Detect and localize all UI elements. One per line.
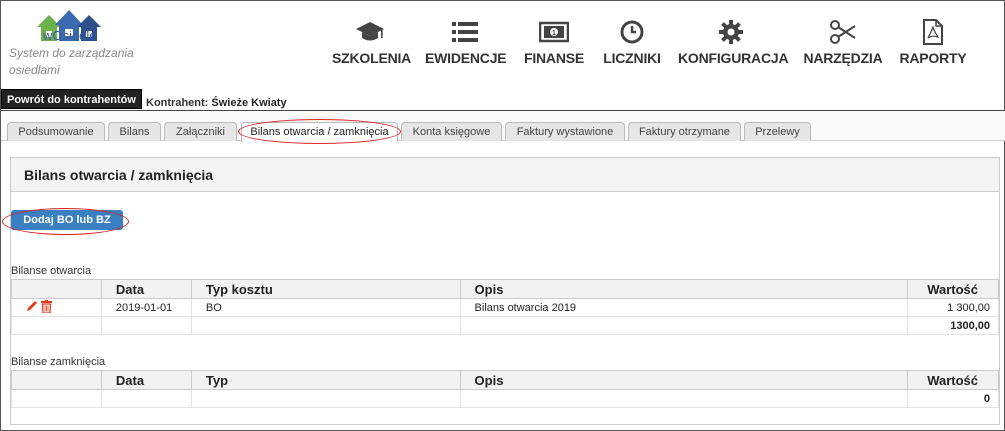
balance-panel: Bilans otwarcia / zamknięcia Dodaj BO lu…	[10, 157, 1000, 425]
tab-faktury-wystawione[interactable]: Faktury wystawione	[505, 122, 625, 141]
nav-konfiguracja[interactable]: KONFIGURACJA	[678, 19, 789, 66]
nav-ewidencje[interactable]: EWIDENCJE	[425, 19, 507, 66]
nav-label: EWIDENCJE	[425, 50, 507, 66]
cell-description: Bilans otwarcia 2019	[459, 298, 908, 317]
nav-narzedzia[interactable]: NARZĘDZIA	[803, 19, 883, 66]
empty-cell	[11, 389, 102, 408]
empty-cell	[100, 316, 192, 335]
empty-cell	[11, 316, 102, 335]
tab-faktury-otrzymane[interactable]: Faktury otrzymane	[628, 122, 741, 141]
column-header: Opis	[459, 279, 908, 299]
empty-cell	[190, 389, 461, 408]
column-header: Typ kosztu	[190, 279, 461, 299]
table-header-row: Data Typ kosztu Opis Wartość	[11, 279, 1000, 299]
tab-przelewy[interactable]: Przelewy	[744, 122, 811, 141]
opening-balances-label: Bilanse otwarcia	[11, 265, 92, 277]
nav-label: FINANSE	[523, 50, 585, 66]
list-icon	[425, 19, 505, 45]
column-header: Data	[100, 370, 192, 390]
edit-pencil-icon[interactable]	[26, 300, 38, 315]
nav-label: RAPORTY	[899, 50, 967, 66]
add-bo-bz-button[interactable]: Dodaj BO lub BZ	[11, 210, 123, 230]
row-actions	[11, 298, 102, 317]
gear-icon	[678, 19, 784, 45]
scissors-icon	[803, 19, 883, 45]
nav-label: LICZNIKI	[603, 50, 661, 66]
column-header: Data	[100, 279, 192, 299]
clock-icon	[601, 19, 663, 45]
pdf-file-icon	[898, 19, 968, 45]
tab-zalaczniki[interactable]: Załączniki	[164, 122, 237, 141]
column-header: Wartość	[906, 370, 1000, 390]
nav-raporty[interactable]: RAPORTY	[898, 19, 968, 66]
tab-bar: Podsumowanie Bilans Załączniki Bilans ot…	[1, 111, 1005, 142]
nav-label: KONFIGURACJA	[678, 50, 789, 66]
svg-text:1: 1	[552, 30, 556, 37]
table-total-row: 0	[11, 389, 1000, 408]
nav-label: NARZĘDZIA	[803, 50, 883, 66]
cell-value: 1 300,00	[906, 298, 1000, 317]
app-window: wOsiedle System do zarządzania osiedlami…	[0, 0, 1005, 431]
empty-cell	[100, 389, 192, 408]
column-header-actions	[11, 370, 102, 390]
table-row: 2019-01-01 BO Bilans otwarcia 2019 1 300…	[11, 298, 1000, 317]
tab-konta-ksiegowe[interactable]: Konta księgowe	[401, 122, 502, 141]
graduation-cap-icon	[332, 19, 408, 45]
table-total-row: 1300,00	[11, 316, 1000, 335]
column-header: Wartość	[906, 279, 1000, 299]
tagline: System do zarządzania osiedlami	[9, 46, 134, 77]
empty-cell	[459, 316, 908, 335]
column-header: Opis	[459, 370, 908, 390]
contractor-info: Kontrahent: Świeże Kwiaty	[146, 97, 287, 109]
column-header: Typ	[190, 370, 461, 390]
opening-total: 1300,00	[906, 316, 1000, 335]
table-header-row: Data Typ Opis Wartość	[11, 370, 1000, 390]
closing-balances-table: Data Typ Opis Wartość 0	[11, 370, 1000, 408]
tab-podsumowanie[interactable]: Podsumowanie	[7, 122, 105, 141]
money-icon: 1	[523, 19, 585, 45]
contractor-label: Kontrahent:	[146, 97, 209, 109]
closing-total: 0	[906, 389, 1000, 408]
empty-cell	[190, 316, 461, 335]
delete-trash-icon[interactable]	[41, 299, 53, 316]
nav-liczniki[interactable]: LICZNIKI	[601, 19, 663, 66]
opening-balances-table: Data Typ kosztu Opis Wartość 2019-01-01 …	[11, 279, 1000, 335]
closing-balances-label: Bilanse zamknięcia	[11, 356, 106, 368]
back-to-contractors-button[interactable]: Powrót do kontrahentów	[1, 89, 142, 109]
contractor-name: Świeże Kwiaty	[211, 97, 287, 109]
nav-label: SZKOLENIA	[332, 50, 412, 66]
column-header-actions	[11, 279, 102, 299]
cell-date: 2019-01-01	[100, 298, 192, 317]
cell-type: BO	[190, 298, 461, 317]
panel-title: Bilans otwarcia / zamknięcia	[11, 158, 999, 192]
tab-bilans[interactable]: Bilans	[108, 122, 161, 141]
empty-cell	[459, 389, 908, 408]
nav-finanse[interactable]: 1 FINANSE	[523, 19, 585, 66]
tab-bilans-otwarcia-zamkniecia[interactable]: Bilans otwarcia / zamknięcia	[241, 122, 398, 142]
logo-text: wOsiedle	[43, 28, 97, 43]
nav-szkolenia[interactable]: SZKOLENIA	[332, 19, 412, 66]
